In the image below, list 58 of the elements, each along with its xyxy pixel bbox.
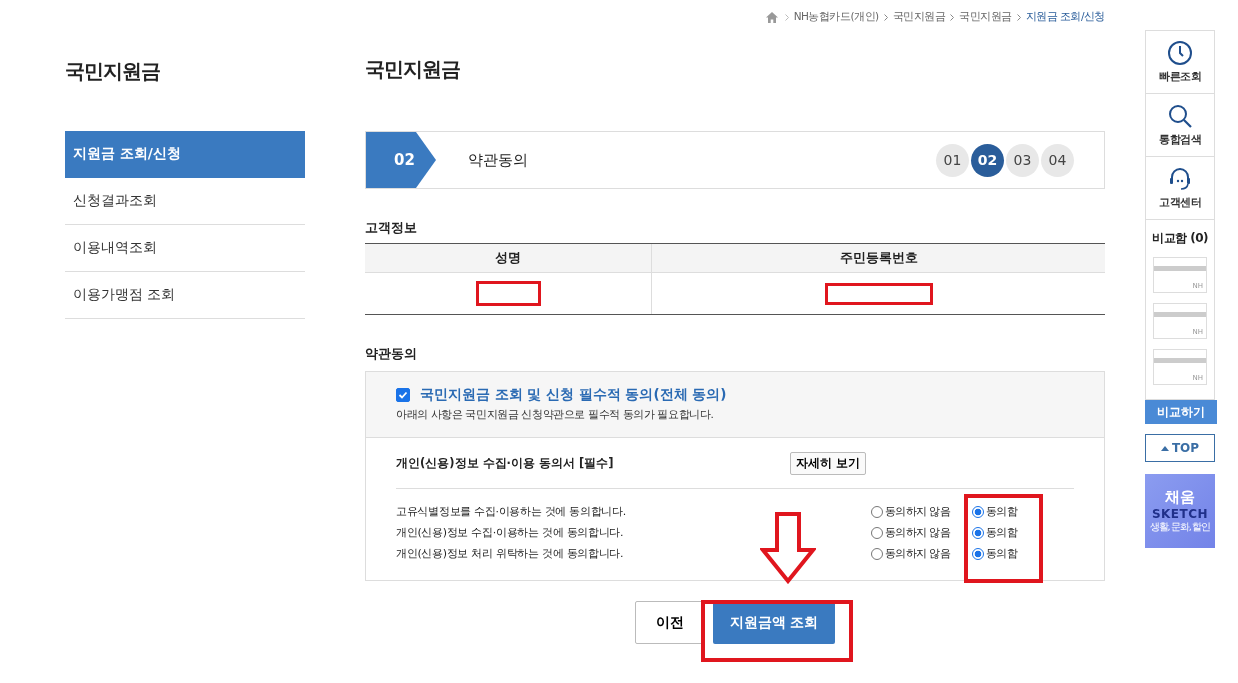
step-indicator: 01 [936,143,969,177]
page-title: 국민지원금 [365,56,461,83]
consent-radio[interactable]: 동의함 [972,504,1040,519]
radio-circle[interactable] [871,526,883,539]
breadcrumb-link[interactable]: 국민지원금 [959,10,1012,24]
column-header: 주민등록번호 [652,244,1105,273]
detail-button[interactable]: 자세히 보기 [790,451,866,475]
breadcrumb-link[interactable]: 국민지원금 [892,10,946,24]
step-label: 약관동의 [468,150,529,170]
step-indicator: 04 [1041,143,1074,177]
quick-menu-item[interactable]: 통합검색 [1145,93,1215,156]
check-icon [398,390,408,400]
promo-banner[interactable]: 채움 SKETCH 생활, 문화, 할인 [1145,474,1215,548]
chevron-icon [1016,13,1021,21]
sidebar-item[interactable]: 지원금 조회/신청 [65,131,305,178]
terms-note: 아래의 사항은 국민지원금 신청약관으로 필수적 동의가 필요합니다. [396,408,715,422]
consent-title: 개인(신용)정보 수집·이용 동의서 [필수] [396,455,615,471]
consent-text: 개인(신용)정보 수집·이용하는 것에 동의합니다. [396,525,624,540]
agree-all-label[interactable]: 국민지원금 조회 및 신청 필수적 동의(전체 동의) [420,386,727,404]
consent-radio[interactable]: 동의하지 않음 [871,546,972,561]
consent-text: 개인(신용)정보 처리 위탁하는 것에 동의합니다. [396,546,624,561]
up-triangle-icon [1160,445,1169,451]
step-indicator: 02 [971,143,1004,177]
inquiry-button[interactable]: 지원금액 조회 [713,601,835,644]
consent-radio[interactable]: 동의하지 않음 [871,504,972,519]
agree-all-checkbox[interactable] [396,388,410,402]
consent-radio[interactable]: 동의함 [972,546,1040,561]
top-button[interactable]: TOP [1145,434,1215,462]
consent-radio[interactable]: 동의하지 않음 [871,525,972,540]
sidebar-item[interactable]: 이용가맹점 조회 [65,272,305,319]
radio-circle[interactable] [972,505,984,518]
column-header: 성명 [365,244,652,273]
step-indicator: 03 [1006,143,1039,177]
chevron-icon [950,13,955,21]
section-title: 약관동의 [365,345,418,363]
search-icon [1167,103,1193,129]
compare-button[interactable]: 비교하기 [1145,400,1217,424]
radio-circle[interactable] [972,547,984,560]
breadcrumb-link[interactable]: 지원금 조회/신청 [1025,10,1105,24]
quick-menu-item[interactable]: 빠른조회 [1145,30,1215,93]
headset-icon [1167,166,1193,192]
chevron-icon [883,13,888,21]
radio-circle[interactable] [972,526,984,539]
clock-icon [1167,40,1193,66]
consent-radio[interactable]: 동의함 [972,525,1040,540]
radio-circle[interactable] [871,505,883,518]
chevron-icon [784,13,789,21]
section-title: 고객정보 [365,219,418,237]
compare-title: 비교함 (0) [1152,230,1208,247]
breadcrumb-link[interactable]: NH농협카드(개인) [793,10,879,24]
down-arrow-drawing [760,512,816,584]
radio-circle[interactable] [871,547,883,560]
sidebar-item[interactable]: 이용내역조회 [65,225,305,272]
quick-menu-item[interactable]: 고객센터 [1145,156,1215,219]
sidebar-item[interactable]: 신청결과조회 [65,178,305,225]
sidebar-title: 국민지원금 [65,58,161,85]
consent-text: 고유식별정보를 수집·이용하는 것에 동의합니다. [396,504,626,519]
home-icon[interactable] [765,11,778,23]
